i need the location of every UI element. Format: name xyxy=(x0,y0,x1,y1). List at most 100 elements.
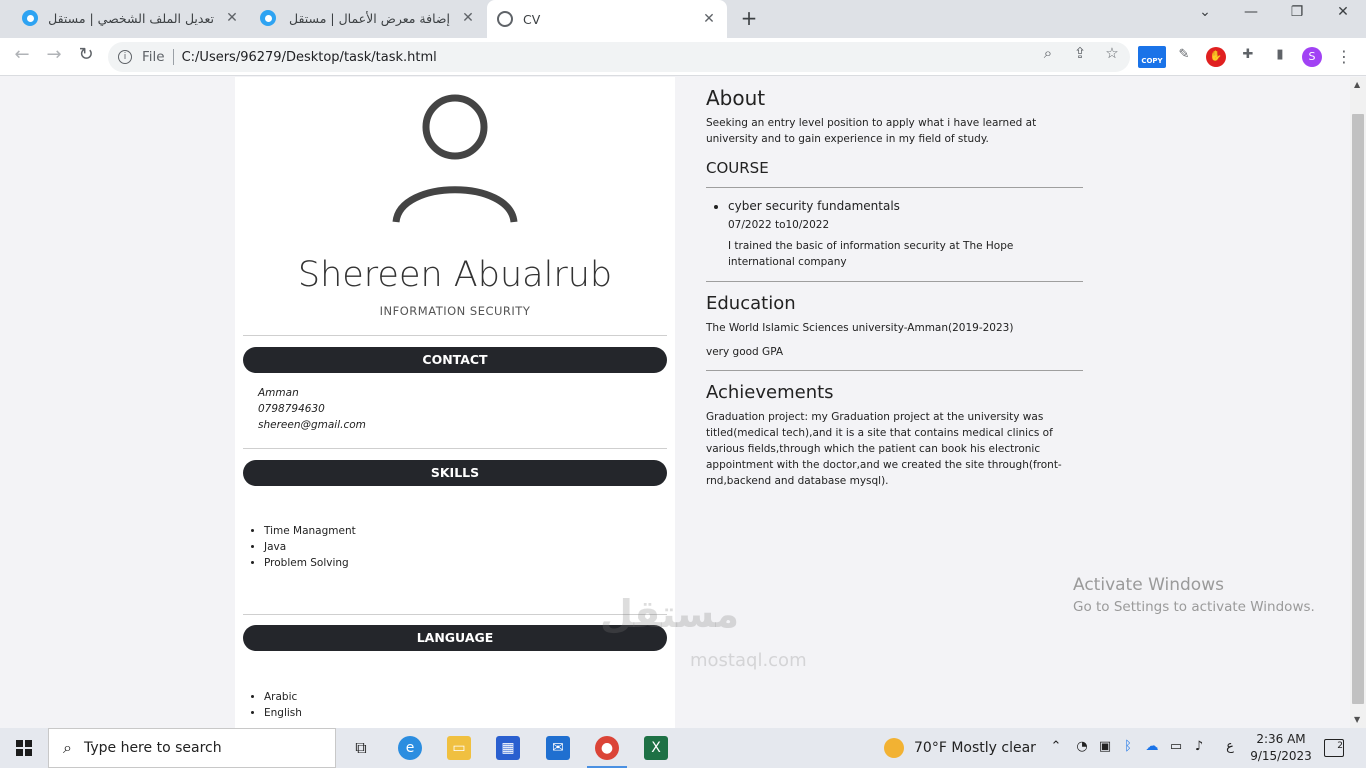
globe-icon xyxy=(497,11,513,27)
camera-icon[interactable]: ▣ xyxy=(1096,739,1114,754)
list-item: English xyxy=(264,705,302,721)
activate-title: Activate Windows xyxy=(1073,575,1224,595)
input-language[interactable]: ع xyxy=(1221,739,1239,754)
tab-edit-profile[interactable]: تعديل الملف الشخصي | مستقل ✕ xyxy=(12,0,250,36)
divider xyxy=(706,370,1083,371)
tab-search-icon[interactable]: ⌄ xyxy=(1195,4,1215,20)
zoom-icon[interactable]: ⌕ xyxy=(1038,44,1058,62)
mostaql-watermark: مستقل xyxy=(600,592,739,636)
skills-list: Time Managment Java Problem Solving xyxy=(264,523,356,571)
scrollbar-thumb[interactable] xyxy=(1352,114,1364,704)
reload-icon[interactable]: ↻ xyxy=(74,44,98,65)
list-item: Arabic xyxy=(264,689,302,705)
about-heading: About xyxy=(706,86,766,110)
search-placeholder: Type here to search xyxy=(83,740,222,756)
activate-windows-notice: Activate Windows Go to Settings to activ… xyxy=(1073,575,1315,615)
tab-title: CV xyxy=(523,11,541,27)
cv-name: Shereen Abualrub xyxy=(297,255,613,295)
kebab-menu-icon[interactable]: ⋮ xyxy=(1334,47,1354,67)
mostaql-watermark-url: mostaql.com xyxy=(690,650,807,671)
mostaql-favicon-icon xyxy=(260,10,276,26)
minimize-button[interactable]: — xyxy=(1241,4,1261,20)
divider xyxy=(243,335,667,336)
browser-toolbar: ← → ↻ i File C:/Users/96279/Desktop/task… xyxy=(0,38,1366,76)
course-list: cyber security fundamentals xyxy=(728,199,1078,213)
bookmark-star-icon[interactable]: ☆ xyxy=(1102,44,1122,62)
achievements-text: Graduation project: my Graduation projec… xyxy=(706,411,1062,487)
mostaql-favicon-icon xyxy=(22,10,38,26)
excel-icon[interactable]: X xyxy=(644,736,668,760)
course-heading: COURSE xyxy=(706,159,769,177)
clock-date: 9/15/2023 xyxy=(1250,749,1312,763)
scroll-up-icon[interactable]: ▲ xyxy=(1354,80,1360,89)
battery-icon[interactable]: ▭ xyxy=(1167,739,1185,754)
about-text: Seeking an entry level position to apply… xyxy=(706,117,1037,145)
tag-extension-icon[interactable]: ✎ xyxy=(1174,47,1194,67)
education-gpa: very good GPA xyxy=(706,346,784,358)
user-avatar-icon xyxy=(392,94,518,223)
list-item: Java xyxy=(264,539,356,555)
share-icon[interactable]: ⇪ xyxy=(1070,44,1090,62)
windows-taskbar: ⌕ Type here to search ⧉ e ▭ ▦ ✉ ● X 70°F… xyxy=(0,728,1366,768)
windows-start-icon[interactable] xyxy=(16,740,32,756)
file-explorer-icon[interactable]: ▭ xyxy=(447,736,471,760)
tab-cv[interactable]: CV ✕ xyxy=(487,0,727,38)
tab-title: تعديل الملف الشخصي | مستقل xyxy=(48,10,214,26)
tab-close-icon[interactable]: ✕ xyxy=(701,11,717,27)
tab-strip: تعديل الملف الشخصي | مستقل ✕ إضافة معرض … xyxy=(0,0,1366,38)
education-school: The World Islamic Sciences university-Am… xyxy=(706,322,1014,334)
scroll-down-icon[interactable]: ▼ xyxy=(1354,715,1360,724)
tab-title: إضافة معرض الأعمال | مستقل xyxy=(289,10,450,26)
profile-avatar[interactable]: S xyxy=(1302,47,1322,67)
taskbar-clock[interactable]: 2:36 AM 9/15/2023 xyxy=(1248,731,1314,765)
clock-time: 2:36 AM xyxy=(1256,732,1306,746)
chrome-icon[interactable]: ● xyxy=(587,736,627,768)
side-panel-icon[interactable]: ▮ xyxy=(1270,47,1290,67)
edge-icon[interactable]: e xyxy=(398,736,422,760)
skills-heading: SKILLS xyxy=(243,460,667,486)
search-icon: ⌕ xyxy=(63,738,72,757)
contact-heading: CONTACT xyxy=(243,347,667,373)
mail-icon[interactable]: ✉ xyxy=(546,736,570,760)
volume-icon[interactable]: ♪ xyxy=(1190,739,1208,754)
network-icon[interactable]: ◔ xyxy=(1073,739,1091,754)
tab-close-icon[interactable]: ✕ xyxy=(224,10,240,26)
divider xyxy=(243,448,667,449)
divider xyxy=(706,281,1083,282)
tab-add-portfolio[interactable]: إضافة معرض الأعمال | مستقل ✕ xyxy=(250,0,486,36)
language-list: Arabic English xyxy=(264,689,302,721)
achievements-heading: Achievements xyxy=(706,382,834,403)
tab-close-icon[interactable]: ✕ xyxy=(460,10,476,26)
new-tab-button[interactable]: + xyxy=(738,6,760,30)
stop-extension-icon[interactable]: ✋ xyxy=(1206,47,1226,67)
onedrive-icon[interactable]: ☁ xyxy=(1143,739,1161,754)
forward-arrow-icon[interactable]: → xyxy=(42,44,66,65)
bluetooth-icon[interactable]: ᛒ xyxy=(1119,739,1137,754)
weather-text: 70°F Mostly clear xyxy=(914,740,1036,756)
notification-center-icon[interactable]: 2 xyxy=(1324,739,1344,757)
scheme-label: File xyxy=(142,49,165,65)
maximize-button[interactable]: ❐ xyxy=(1287,4,1307,20)
copy-extension-icon[interactable]: COPY xyxy=(1138,46,1166,68)
taskbar-search-input[interactable]: ⌕ Type here to search xyxy=(48,728,336,768)
education-heading: Education xyxy=(706,293,796,314)
task-view-icon[interactable]: ⧉ xyxy=(349,736,373,760)
list-item: Time Managment xyxy=(264,523,356,539)
activate-subtitle: Go to Settings to activate Windows. xyxy=(1073,599,1315,615)
weather-widget[interactable]: 70°F Mostly clear xyxy=(884,738,1036,758)
course-description: I trained the basic of information secur… xyxy=(728,240,1014,268)
contact-email: shereen@gmail.com xyxy=(258,419,366,431)
address-bar[interactable]: i File C:/Users/96279/Desktop/task/task.… xyxy=(108,42,1130,72)
puzzle-extensions-icon[interactable]: ✚ xyxy=(1238,47,1258,67)
store-icon[interactable]: ▦ xyxy=(496,736,520,760)
info-icon[interactable]: i xyxy=(118,50,132,64)
back-arrow-icon[interactable]: ← xyxy=(10,44,34,65)
url-text[interactable]: C:/Users/96279/Desktop/task/task.html xyxy=(182,50,437,65)
divider xyxy=(172,49,174,65)
course-dates: 07/2022 to10/2022 xyxy=(728,219,830,231)
divider xyxy=(706,187,1083,188)
page-scrollbar[interactable]: ▲ ▼ xyxy=(1350,77,1366,728)
close-window-button[interactable]: ✕ xyxy=(1333,4,1353,20)
contact-details: Amman 0798794630 shereen@gmail.com xyxy=(258,385,366,433)
chevron-up-icon[interactable]: ⌃ xyxy=(1047,739,1065,754)
